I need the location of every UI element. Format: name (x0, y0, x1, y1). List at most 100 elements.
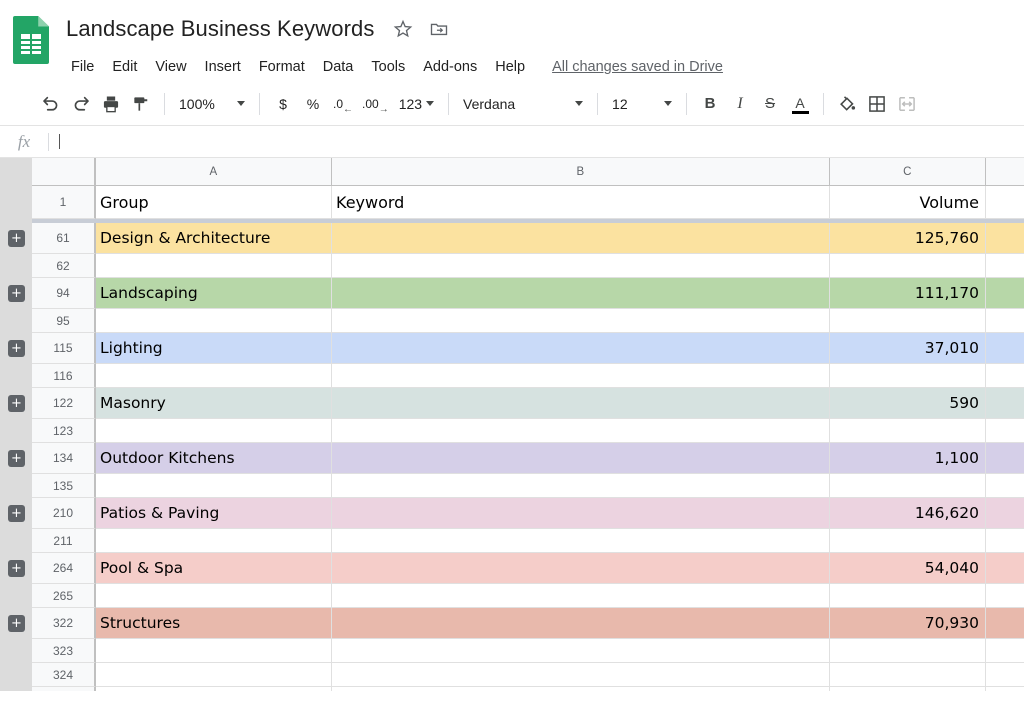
expand-group-button[interactable]: + (8, 560, 25, 577)
cell-overflow[interactable] (986, 388, 1024, 419)
cell-b[interactable] (332, 223, 830, 254)
cell-overflow[interactable] (986, 687, 1024, 691)
cell-c[interactable] (830, 364, 986, 388)
paint-format-icon[interactable] (126, 89, 156, 119)
expand-group-button[interactable]: + (8, 340, 25, 357)
cell-a[interactable] (96, 529, 332, 553)
row-header[interactable]: 211 (32, 529, 96, 553)
menu-item-tools[interactable]: Tools (362, 56, 414, 78)
cell-b[interactable] (332, 388, 830, 419)
cell-b[interactable] (332, 278, 830, 309)
cell-b[interactable] (332, 474, 830, 498)
cell-c[interactable]: 54,040 (830, 553, 986, 584)
text-color-button[interactable]: A (785, 89, 815, 119)
row-header[interactable]: 61 (32, 223, 96, 254)
cell-a[interactable]: Outdoor Kitchens (96, 443, 332, 474)
undo-icon[interactable] (36, 89, 66, 119)
menu-item-format[interactable]: Format (250, 56, 314, 78)
cell-overflow[interactable] (986, 364, 1024, 388)
strikethrough-button[interactable]: S (755, 89, 785, 119)
cell-b[interactable] (332, 687, 830, 691)
cell-b[interactable] (332, 254, 830, 278)
merge-cells-icon[interactable] (892, 89, 922, 119)
row-header[interactable]: 94 (32, 278, 96, 309)
cell-overflow[interactable] (986, 278, 1024, 309)
cell-overflow[interactable] (986, 186, 1024, 219)
expand-group-button[interactable]: + (8, 505, 25, 522)
cell-b[interactable] (332, 443, 830, 474)
menu-item-edit[interactable]: Edit (103, 56, 146, 78)
row-header[interactable]: 135 (32, 474, 96, 498)
cell-b[interactable] (332, 553, 830, 584)
row-header[interactable]: 62 (32, 254, 96, 278)
row-header[interactable]: 210 (32, 498, 96, 529)
cell-overflow[interactable] (986, 223, 1024, 254)
cell-b[interactable] (332, 663, 830, 687)
expand-group-button[interactable]: + (8, 450, 25, 467)
cell-overflow[interactable] (986, 608, 1024, 639)
cell-overflow[interactable] (986, 663, 1024, 687)
cell-c[interactable] (830, 639, 986, 663)
cell-a[interactable]: Landscaping (96, 278, 332, 309)
cell-b[interactable] (332, 639, 830, 663)
cell-a[interactable] (96, 254, 332, 278)
cell-overflow[interactable] (986, 309, 1024, 333)
currency-format-button[interactable]: $ (268, 89, 298, 119)
borders-icon[interactable] (862, 89, 892, 119)
cell-c[interactable] (830, 687, 986, 691)
bold-button[interactable]: B (695, 89, 725, 119)
expand-group-button[interactable]: + (8, 615, 25, 632)
cell-c[interactable]: 111,170 (830, 278, 986, 309)
row-header[interactable]: 323 (32, 639, 96, 663)
font-family-select[interactable]: Verdana (457, 89, 589, 119)
cell-b[interactable] (332, 309, 830, 333)
redo-icon[interactable] (66, 89, 96, 119)
cell-c[interactable] (830, 254, 986, 278)
cell-c[interactable] (830, 584, 986, 608)
cell-overflow[interactable] (986, 254, 1024, 278)
row-header[interactable]: 122 (32, 388, 96, 419)
page-title[interactable]: Landscape Business Keywords (62, 14, 378, 44)
cell-a[interactable] (96, 419, 332, 443)
cell-b[interactable] (332, 364, 830, 388)
cell-a[interactable]: Patios & Paving (96, 498, 332, 529)
cell-a[interactable] (96, 639, 332, 663)
cell-overflow[interactable] (986, 474, 1024, 498)
cell-a[interactable]: Pool & Spa (96, 553, 332, 584)
column-header-a[interactable]: A (96, 158, 332, 186)
cell-c[interactable] (830, 529, 986, 553)
cell-overflow[interactable] (986, 498, 1024, 529)
fill-color-icon[interactable] (832, 89, 862, 119)
cell-a[interactable]: Lighting (96, 333, 332, 364)
cell-a[interactable] (96, 309, 332, 333)
number-format-select[interactable]: 123 (393, 89, 440, 119)
cell-c[interactable] (830, 419, 986, 443)
cell-a[interactable]: Structures (96, 608, 332, 639)
cell-overflow[interactable] (986, 639, 1024, 663)
cell-c[interactable]: 37,010 (830, 333, 986, 364)
cell-c[interactable] (830, 663, 986, 687)
menu-item-addons[interactable]: Add-ons (414, 56, 486, 78)
select-all-corner[interactable] (32, 158, 96, 186)
column-header-b[interactable]: B (332, 158, 830, 186)
cell-a[interactable] (96, 364, 332, 388)
expand-group-button[interactable]: + (8, 285, 25, 302)
menu-item-view[interactable]: View (146, 56, 195, 78)
expand-group-button[interactable]: + (8, 395, 25, 412)
row-header[interactable]: 1 (32, 186, 96, 219)
cell-c[interactable]: Volume (830, 186, 986, 219)
cell-b[interactable] (332, 498, 830, 529)
cell-a[interactable] (96, 687, 332, 691)
menu-item-help[interactable]: Help (486, 56, 534, 78)
row-header[interactable]: 325 (32, 687, 96, 691)
font-size-select[interactable]: 12 (606, 89, 678, 119)
cell-c[interactable]: 1,100 (830, 443, 986, 474)
menu-item-file[interactable]: File (62, 56, 103, 78)
cell-c[interactable] (830, 474, 986, 498)
cell-c[interactable] (830, 309, 986, 333)
cell-b[interactable]: Keyword (332, 186, 830, 219)
row-header[interactable]: 95 (32, 309, 96, 333)
row-header[interactable]: 134 (32, 443, 96, 474)
cell-c[interactable]: 70,930 (830, 608, 986, 639)
row-header[interactable]: 265 (32, 584, 96, 608)
